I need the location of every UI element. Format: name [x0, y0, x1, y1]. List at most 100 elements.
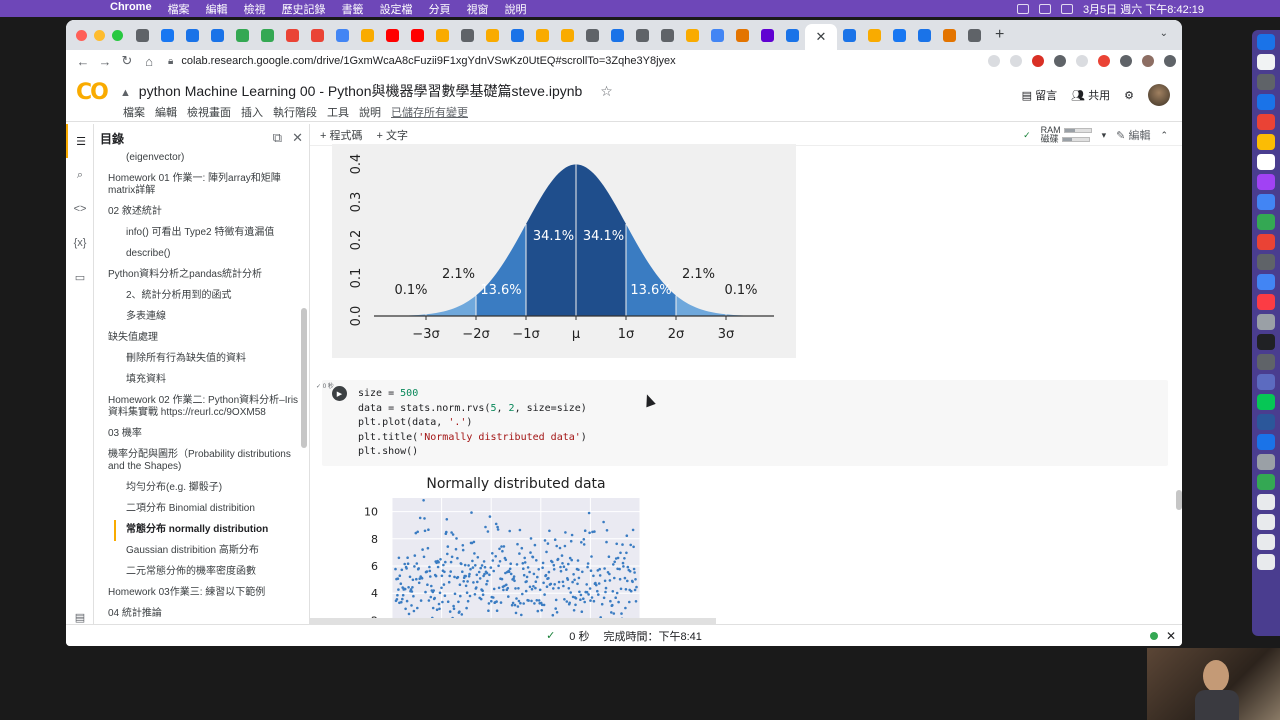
- back-arrow-icon[interactable]: ←: [72, 54, 94, 69]
- toc-item[interactable]: 常態分布 normally distribution: [114, 520, 300, 541]
- tab[interactable]: [205, 20, 230, 50]
- tab[interactable]: [780, 20, 805, 50]
- dock-app-icon[interactable]: [1257, 414, 1275, 430]
- puzzle-icon[interactable]: [1120, 55, 1132, 67]
- menubar-item[interactable]: 分頁: [421, 1, 459, 17]
- tab[interactable]: [937, 20, 962, 50]
- runtime-dropdown-icon[interactable]: ▾: [1102, 130, 1107, 141]
- dock-app-icon[interactable]: [1257, 154, 1275, 170]
- wifi-icon[interactable]: [1038, 3, 1051, 14]
- dock-app-icon[interactable]: [1257, 494, 1275, 510]
- tab[interactable]: [530, 20, 555, 50]
- colab-logo[interactable]: CO: [76, 80, 109, 105]
- new-tab-button[interactable]: +: [995, 26, 1004, 44]
- tab[interactable]: [355, 20, 380, 50]
- toc-item[interactable]: 缺失值處理: [94, 328, 300, 349]
- toc-item[interactable]: describe(): [94, 244, 300, 265]
- close-status-icon[interactable]: ✕: [1166, 629, 1176, 643]
- toc-icon[interactable]: ☰: [66, 124, 94, 158]
- dock-app-icon[interactable]: [1257, 354, 1275, 370]
- dock-app-icon[interactable]: [1257, 94, 1275, 110]
- dock-app-icon[interactable]: [1257, 114, 1275, 130]
- lock-icon[interactable]: 🔒︎: [168, 56, 173, 67]
- toc-item[interactable]: 二項分布 Binomial distribition: [94, 499, 300, 520]
- toc-item[interactable]: Gaussian distribition 高斯分布: [94, 541, 300, 562]
- tab[interactable]: [705, 20, 730, 50]
- toc-item[interactable]: 均勻分布(e.g. 擲骰子): [94, 478, 300, 499]
- dock-app-icon[interactable]: [1257, 394, 1275, 410]
- dock-app-icon[interactable]: [1257, 314, 1275, 330]
- dock-app-icon[interactable]: [1257, 534, 1275, 550]
- opera-extension-icon[interactable]: [1032, 55, 1044, 67]
- profile-avatar[interactable]: [1142, 55, 1154, 67]
- connection-status-icon[interactable]: [1150, 632, 1158, 640]
- tab[interactable]: [605, 20, 630, 50]
- notebook-menu-item[interactable]: 檔案: [118, 104, 150, 120]
- open-in-tab-icon[interactable]: ⧉: [273, 130, 282, 146]
- tab[interactable]: [505, 20, 530, 50]
- dock-app-icon[interactable]: [1257, 174, 1275, 190]
- star-icon[interactable]: ☆: [600, 83, 613, 99]
- notebook-title[interactable]: python Machine Learning 00 - Python與機器學習…: [139, 83, 583, 99]
- toc-item[interactable]: 多表連線: [94, 307, 300, 328]
- resource-meter[interactable]: RAM 磁碟: [1041, 126, 1092, 144]
- toc-item[interactable]: 04 統計推論: [94, 604, 300, 624]
- tab[interactable]: [912, 20, 937, 50]
- toc-item[interactable]: Homework 02 作業二: Python資料分析–Iris資料集實戰 ht…: [94, 391, 300, 424]
- extension-icon-3[interactable]: [1098, 55, 1110, 67]
- dock-app-icon[interactable]: [1257, 214, 1275, 230]
- tab[interactable]: [430, 20, 455, 50]
- address-bar[interactable]: colab.research.google.com/drive/1GxmWcaA…: [181, 55, 675, 67]
- toc-item[interactable]: 02 敘述統計: [94, 202, 300, 223]
- notebook-menu-item[interactable]: 插入: [236, 104, 268, 120]
- notebook-menu-item[interactable]: 說明: [354, 104, 386, 120]
- tab[interactable]: [130, 20, 155, 50]
- vertical-scrollbar[interactable]: [1176, 490, 1182, 510]
- notebook-menu-item[interactable]: 工具: [322, 104, 354, 120]
- comment-button[interactable]: ▤ 留言: [1022, 87, 1057, 103]
- collapse-chevron-icon[interactable]: ⌃: [1160, 130, 1168, 141]
- menubar-item[interactable]: 說明: [497, 1, 535, 17]
- dock-app-icon[interactable]: [1257, 554, 1275, 570]
- settings-gear-icon[interactable]: ⚙: [1124, 89, 1134, 102]
- user-avatar[interactable]: [1148, 84, 1170, 106]
- variables-icon[interactable]: {x}: [66, 226, 94, 260]
- menubar-item[interactable]: 視窗: [459, 1, 497, 17]
- reload-icon[interactable]: ↻: [116, 53, 138, 69]
- tab[interactable]: [755, 20, 780, 50]
- tab[interactable]: [580, 20, 605, 50]
- tab[interactable]: [630, 20, 655, 50]
- minimize-window-button[interactable]: [94, 29, 105, 41]
- dock-app-icon[interactable]: [1257, 374, 1275, 390]
- toc-item[interactable]: Homework 01 作業一: 陣列array和矩陣matrix詳解: [94, 169, 300, 202]
- toc-item[interactable]: 03 機率: [94, 424, 300, 445]
- close-panel-icon[interactable]: ✕: [292, 130, 303, 146]
- notebook-menu-item[interactable]: 執行階段: [268, 104, 322, 120]
- close-window-button[interactable]: [76, 29, 87, 41]
- dock-app-icon[interactable]: [1257, 274, 1275, 290]
- screen-record-icon[interactable]: [1016, 3, 1029, 14]
- code-cell[interactable]: ▶ ✓ 0 秒 size = 500 data = stats.norm.rvs(…: [316, 380, 1168, 466]
- kebab-menu-icon[interactable]: [1164, 55, 1176, 67]
- share-button[interactable]: 👥︎ 共用: [1071, 87, 1110, 103]
- tab[interactable]: [862, 20, 887, 50]
- code-snippets-icon[interactable]: <>: [66, 192, 94, 226]
- toc-item[interactable]: info() 可看出 Type2 特徵有遺漏值: [94, 223, 300, 244]
- tab[interactable]: [837, 20, 862, 50]
- dock-app-icon[interactable]: [1257, 334, 1275, 350]
- dock-app-icon[interactable]: [1257, 134, 1275, 150]
- tab[interactable]: [887, 20, 912, 50]
- toc-item[interactable]: 二元常態分佈的機率密度函數: [94, 562, 300, 583]
- dock-app-icon[interactable]: [1257, 234, 1275, 250]
- dock-app-icon[interactable]: [1257, 54, 1275, 70]
- share-icon[interactable]: [988, 55, 1000, 67]
- tab[interactable]: [655, 20, 680, 50]
- notebook-menu-item[interactable]: 檢視畫面: [182, 104, 236, 120]
- battery-icon[interactable]: [1060, 3, 1073, 14]
- tab[interactable]: [730, 20, 755, 50]
- dock-app-icon[interactable]: [1257, 434, 1275, 450]
- files-folder-icon[interactable]: ▭: [66, 260, 94, 294]
- tab-search-chevron-icon[interactable]: ⌄: [1160, 28, 1168, 39]
- menubar-item[interactable]: 歷史記錄: [274, 1, 334, 17]
- toc-item[interactable]: 機率分配與圖形（Probability distributions and th…: [94, 445, 300, 478]
